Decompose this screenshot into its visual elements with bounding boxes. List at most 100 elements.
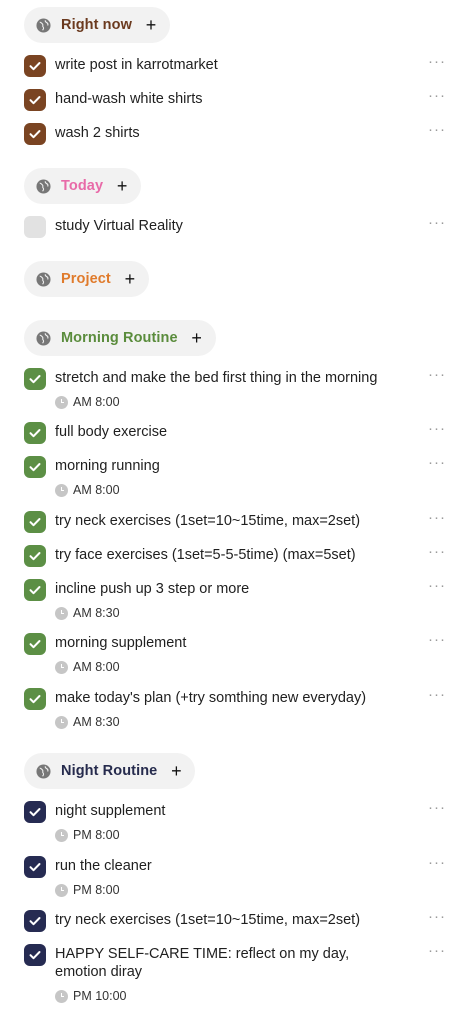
clock-icon: [55, 395, 68, 409]
check-icon: [29, 552, 41, 561]
check-icon: [29, 518, 41, 527]
time-label: AM 8:00: [73, 395, 120, 409]
checkbox-checked[interactable]: [24, 89, 46, 111]
check-icon: [29, 808, 41, 817]
add-task-button[interactable]: +: [142, 16, 160, 34]
check-icon: [29, 586, 41, 595]
check-icon: [29, 375, 41, 384]
task-time: AM 8:00: [55, 483, 120, 497]
more-options-icon[interactable]: ···: [428, 686, 446, 703]
more-options-icon[interactable]: ···: [428, 799, 446, 816]
add-task-button[interactable]: +: [113, 177, 131, 195]
more-options-icon[interactable]: ···: [428, 121, 446, 138]
section-title: Night Routine: [61, 763, 158, 779]
checkbox-checked[interactable]: [24, 801, 46, 823]
checkbox-checked[interactable]: [24, 856, 46, 878]
more-options-icon[interactable]: ···: [428, 53, 446, 70]
clock-icon: [55, 989, 68, 1003]
section-header-today[interactable]: Today +: [24, 168, 142, 204]
check-icon: [29, 463, 41, 472]
task-title: incline push up 3 step or more: [55, 581, 250, 597]
task-title: night supplement: [55, 803, 166, 819]
clock-icon: [55, 660, 68, 674]
task-title: morning running: [55, 458, 160, 474]
more-options-icon[interactable]: ···: [428, 631, 446, 648]
time-label: PM 8:00: [73, 828, 120, 842]
check-icon: [29, 951, 41, 960]
checkbox-checked[interactable]: [24, 422, 46, 444]
section-title: Project: [61, 271, 111, 287]
more-options-icon[interactable]: ···: [428, 420, 446, 437]
more-options-icon[interactable]: ···: [428, 577, 446, 594]
task-title: write post in karrotmarket: [55, 57, 218, 73]
check-icon: [29, 130, 41, 139]
check-icon: [29, 96, 41, 105]
more-options-icon[interactable]: ···: [428, 543, 446, 560]
time-label: AM 8:00: [73, 483, 120, 497]
task-title: HAPPY SELF-CARE TIME: reflect on my day,…: [55, 946, 350, 980]
globe-icon: [36, 271, 51, 287]
clock-icon: [55, 828, 68, 842]
task-title: try face exercises (1set=5-5-5time) (max…: [55, 547, 356, 563]
globe-icon: [36, 178, 51, 194]
section-header-project[interactable]: Project +: [24, 261, 149, 297]
checkbox-checked[interactable]: [24, 910, 46, 932]
checkbox-checked[interactable]: [24, 545, 46, 567]
more-options-icon[interactable]: ···: [428, 454, 446, 471]
check-icon: [29, 62, 41, 71]
section-title: Right now: [61, 17, 132, 33]
add-task-button[interactable]: +: [188, 329, 206, 347]
task-time: PM 8:00: [55, 828, 120, 842]
more-options-icon[interactable]: ···: [428, 366, 446, 383]
time-label: AM 8:30: [73, 715, 120, 729]
clock-icon: [55, 606, 68, 620]
check-icon: [29, 917, 41, 926]
task-title: hand-wash white shirts: [55, 91, 203, 107]
checkbox-checked[interactable]: [24, 123, 46, 145]
globe-icon: [36, 330, 51, 346]
check-icon: [29, 863, 41, 872]
clock-icon: [55, 483, 68, 497]
section-title: Today: [61, 178, 104, 194]
more-options-icon[interactable]: ···: [428, 854, 446, 871]
check-icon: [29, 695, 41, 704]
task-title: full body exercise: [55, 424, 168, 440]
section-title: Morning Routine: [61, 330, 178, 346]
add-task-button[interactable]: +: [121, 270, 139, 288]
section-header-morning-routine[interactable]: Morning Routine +: [24, 320, 216, 356]
task-time: PM 8:00: [55, 883, 120, 897]
checkbox-checked[interactable]: [24, 633, 46, 655]
task-title: make today's plan (+try somthing new eve…: [55, 690, 367, 706]
checkbox-checked[interactable]: [24, 579, 46, 601]
more-options-icon[interactable]: ···: [428, 509, 446, 526]
section-header-right-now[interactable]: Right now +: [24, 7, 170, 43]
task-title: study Virtual Reality: [55, 218, 183, 234]
time-label: PM 8:00: [73, 883, 120, 897]
task-time: AM 8:00: [55, 395, 120, 409]
checkbox-checked[interactable]: [24, 511, 46, 533]
task-title: stretch and make the bed first thing in …: [55, 370, 378, 386]
check-icon: [29, 429, 41, 438]
task-title: run the cleaner: [55, 858, 152, 874]
add-task-button[interactable]: +: [167, 762, 185, 780]
task-title: morning supplement: [55, 635, 187, 651]
checkbox-checked[interactable]: [24, 944, 46, 966]
more-options-icon[interactable]: ···: [428, 942, 446, 959]
task-time: PM 10:00: [55, 989, 127, 1003]
time-label: PM 10:00: [73, 989, 127, 1003]
checkbox-checked[interactable]: [24, 456, 46, 478]
checkbox-checked[interactable]: [24, 368, 46, 390]
time-label: AM 8:30: [73, 606, 120, 620]
more-options-icon[interactable]: ···: [428, 908, 446, 925]
checkbox-checked[interactable]: [24, 688, 46, 710]
task-title: try neck exercises (1set=10~15time, max=…: [55, 912, 361, 928]
more-options-icon[interactable]: ···: [428, 87, 446, 104]
more-options-icon[interactable]: ···: [428, 214, 446, 231]
checkbox-unchecked[interactable]: [24, 216, 46, 238]
checkbox-checked[interactable]: [24, 55, 46, 77]
task-title: try neck exercises (1set=10~15time, max=…: [55, 513, 361, 529]
check-icon: [29, 640, 41, 649]
globe-icon: [36, 17, 51, 33]
section-header-night-routine[interactable]: Night Routine +: [24, 753, 196, 789]
clock-icon: [55, 715, 68, 729]
